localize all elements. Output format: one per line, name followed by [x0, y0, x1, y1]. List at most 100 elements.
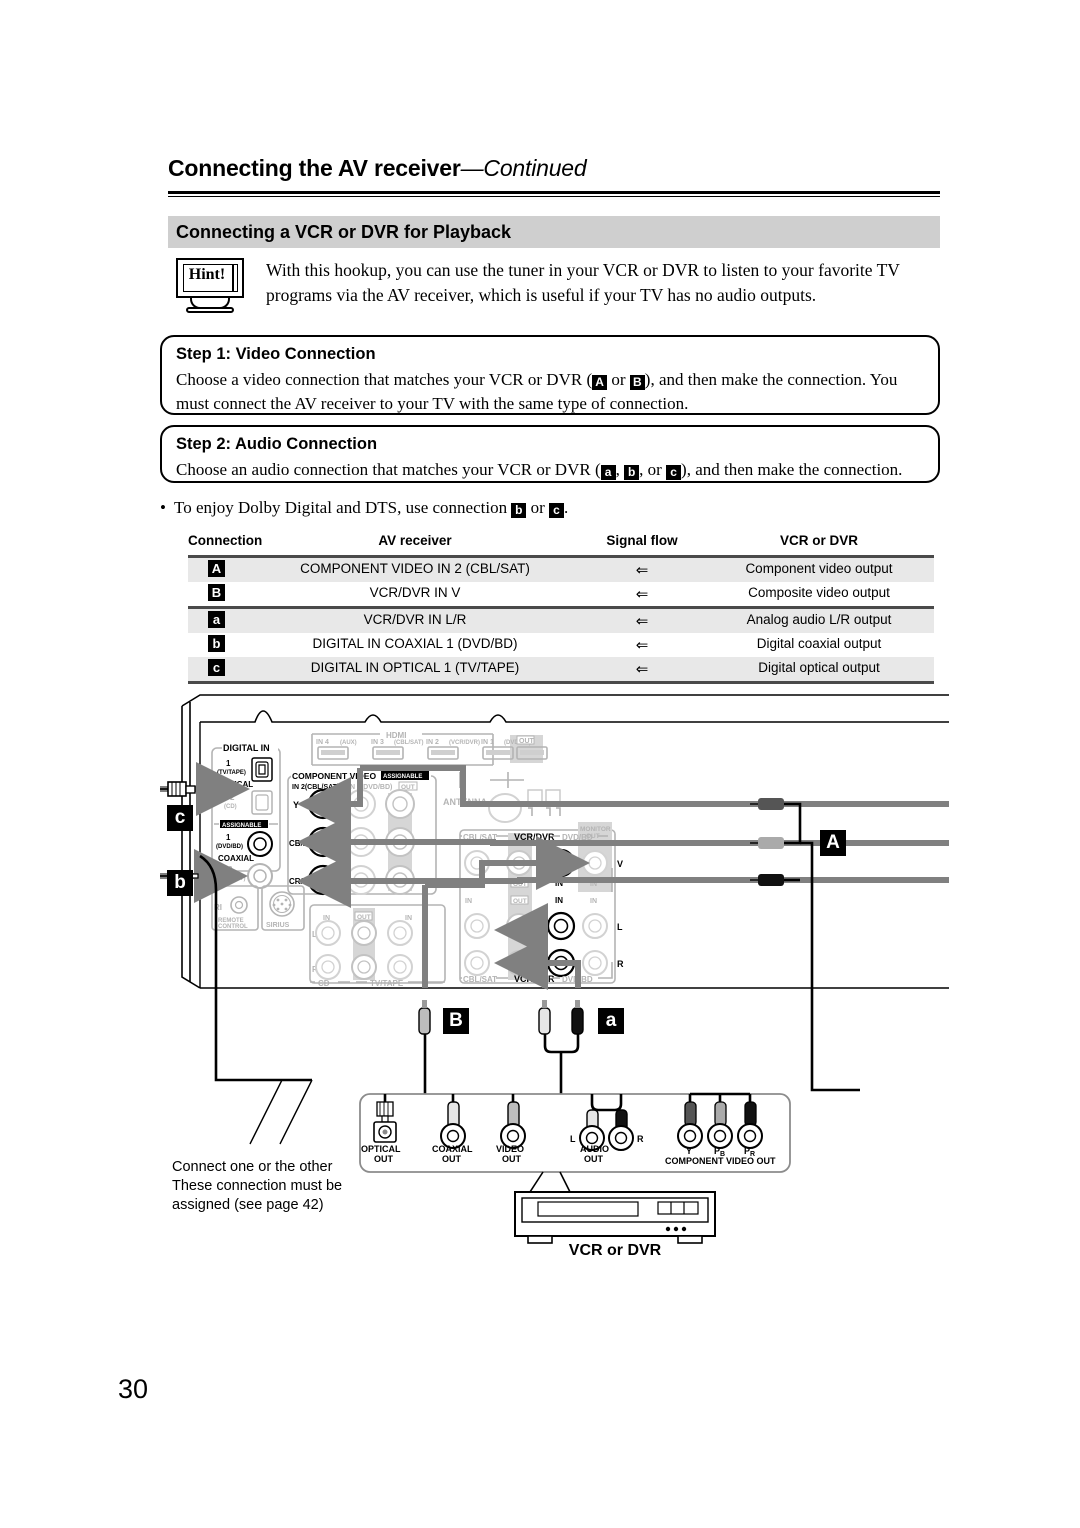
row-badge: b	[208, 635, 225, 652]
note-line-3: assigned (see page 42)	[172, 1197, 324, 1213]
step-2-text-a: Choose an audio connection that matches …	[176, 460, 601, 479]
row-receiver: COMPONENT VIDEO IN 2 (CBL/SAT)	[300, 561, 530, 576]
svg-text:IN: IN	[555, 896, 563, 905]
svg-text:OUT: OUT	[374, 1154, 394, 1164]
page-header: Connecting the AV receiver—Continued	[168, 155, 940, 197]
svg-text:L: L	[570, 1134, 576, 1144]
svg-text:(CBL/SAT): (CBL/SAT)	[216, 876, 246, 882]
row-badge: c	[208, 659, 225, 676]
table-header-device: VCR or DVR	[779, 533, 858, 548]
svg-text:IN 4: IN 4	[316, 739, 329, 746]
row-badge: B	[208, 584, 225, 601]
svg-text:(AUX): (AUX)	[340, 740, 357, 746]
step-1-title: Step 1: Video Connection	[176, 345, 376, 363]
svg-text:OUT: OUT	[586, 833, 600, 840]
svg-text:COAXIAL: COAXIAL	[432, 1144, 473, 1154]
table-header-connection: Connection	[188, 533, 263, 548]
hint-icon: Hint!	[176, 258, 248, 313]
svg-text:OUT: OUT	[584, 1154, 604, 1164]
row-receiver: DIGITAL IN COAXIAL 1 (DVD/BD)	[312, 636, 518, 651]
svg-text:HDMI: HDMI	[386, 731, 406, 740]
svg-text:VIDEO: VIDEO	[496, 1144, 524, 1154]
row-device: Component video output	[745, 561, 893, 576]
row-badge: a	[208, 611, 225, 628]
hint-text: With this hookup, you can use the tuner …	[266, 260, 900, 305]
bullet-text-b: .	[564, 498, 569, 517]
svg-text:ASSIGNABLE: ASSIGNABLE	[222, 823, 261, 829]
svg-text:R: R	[617, 959, 624, 969]
svg-text:ASSIGNABLE: ASSIGNABLE	[383, 774, 422, 780]
svg-text:CBL/SAT: CBL/SAT	[463, 975, 497, 984]
svg-text:CONTROL: CONTROL	[218, 924, 248, 930]
svg-text:COMPONENT VIDEO OUT: COMPONENT VIDEO OUT	[665, 1156, 776, 1166]
bullet-dot: •	[160, 498, 166, 517]
svg-text:R: R	[637, 1134, 644, 1144]
bullet-mid: or	[526, 498, 550, 517]
section-title-bar: Connecting a VCR or DVR for Playback	[168, 216, 940, 248]
rca-plug-B	[418, 1000, 431, 1094]
table-row: a VCR/DVR IN L/R ⇐ Analog audio L/R outp…	[188, 609, 934, 633]
connection-table: Connection AV receiver Signal flow VCR o…	[188, 533, 934, 684]
badge-b: b	[624, 465, 640, 480]
svg-text:AUDIO: AUDIO	[580, 1144, 609, 1154]
svg-text:VCR/DVR: VCR/DVR	[514, 974, 555, 984]
row-device: Digital coaxial output	[756, 636, 882, 651]
svg-text:DIGITAL IN: DIGITAL IN	[223, 743, 270, 753]
row-signal-flow-arrow: ⇐	[635, 613, 649, 630]
svg-text:COMPONENT VIDEO: COMPONENT VIDEO	[292, 771, 376, 781]
step-1-body: Choose a video connection that matches y…	[176, 368, 924, 416]
row-device: Analog audio L/R output	[746, 612, 892, 627]
svg-text:1: 1	[226, 759, 231, 768]
row-receiver: DIGITAL IN OPTICAL 1 (TV/TAPE)	[310, 660, 520, 675]
header-rule-thin	[168, 196, 940, 197]
svg-text:Y: Y	[293, 800, 299, 810]
svg-text:MONITOR: MONITOR	[580, 826, 611, 833]
row-signal-flow-arrow: ⇐	[635, 637, 649, 654]
svg-text:OUT: OUT	[442, 1154, 462, 1164]
page-title: Connecting the AV receiver—Continued	[168, 155, 940, 182]
svg-text:2: 2	[230, 793, 235, 802]
svg-text:IN 1(DVD/BD): IN 1(DVD/BD)	[348, 784, 392, 791]
device-audio-out: L R	[570, 1094, 644, 1151]
svg-text:(CD): (CD)	[224, 804, 237, 810]
svg-text:(TV/TAPE): (TV/TAPE)	[217, 770, 246, 776]
svg-text:SIRIUS: SIRIUS	[266, 922, 290, 929]
svg-text:OUT: OUT	[513, 898, 527, 905]
table-row: b DIGITAL IN COAXIAL 1 (DVD/BD) ⇐ Digita…	[188, 633, 934, 657]
step-1-box: Step 1: Video Connection Choose a video …	[160, 335, 940, 415]
table-row: c DIGITAL IN OPTICAL 1 (TV/TAPE) ⇐ Digit…	[188, 657, 934, 681]
callout-badge-b: b	[167, 870, 193, 896]
badge-a: a	[600, 465, 616, 480]
note-line-1: Connect one or the other	[172, 1159, 333, 1175]
row-receiver: VCR/DVR IN L/R	[363, 612, 467, 627]
svg-text:OPTICAL: OPTICAL	[218, 780, 253, 789]
callout-badge-a: a	[598, 1008, 624, 1034]
svg-text:CD: CD	[318, 979, 330, 988]
callout-badge-c: c	[167, 805, 193, 831]
device-component-out: Y PB PR	[677, 1092, 763, 1158]
header-rule-thick	[168, 191, 940, 194]
device-optical-out	[373, 1094, 397, 1143]
table-header-signal-flow: Signal flow	[606, 533, 678, 548]
step-2-body: Choose an audio connection that matches …	[176, 458, 924, 482]
bullet-text: To enjoy Dolby Digital and DTS, use conn…	[174, 498, 568, 518]
step-2-sep-2: , or	[639, 460, 667, 479]
table-row: A COMPONENT VIDEO IN 2 (CBL/SAT) ⇐ Compo…	[188, 558, 934, 582]
svg-text:1: 1	[226, 833, 231, 842]
table-header-receiver: AV receiver	[378, 533, 452, 548]
page-title-continued: —Continued	[460, 155, 587, 181]
row-receiver: VCR/DVR IN V	[369, 585, 461, 600]
step-1-text-a: Choose a video connection that matches y…	[176, 370, 593, 389]
svg-text:OUT: OUT	[519, 738, 535, 745]
step-2-box: Step 2: Audio Connection Choose an audio…	[160, 425, 940, 483]
svg-text:IN 2: IN 2	[426, 739, 439, 746]
device-name-label: VCR or DVR	[568, 1242, 662, 1259]
section-title: Connecting a VCR or DVR for Playback	[176, 222, 512, 242]
badge-c: c	[666, 465, 682, 480]
badge-c: c	[549, 503, 565, 518]
svg-text:L: L	[617, 922, 623, 932]
svg-text:IN 1: IN 1	[481, 739, 494, 746]
svg-text:(DVD/BD): (DVD/BD)	[216, 844, 243, 850]
hint-monitor-icon: Hint!	[176, 258, 244, 298]
row-badge: A	[208, 560, 225, 577]
